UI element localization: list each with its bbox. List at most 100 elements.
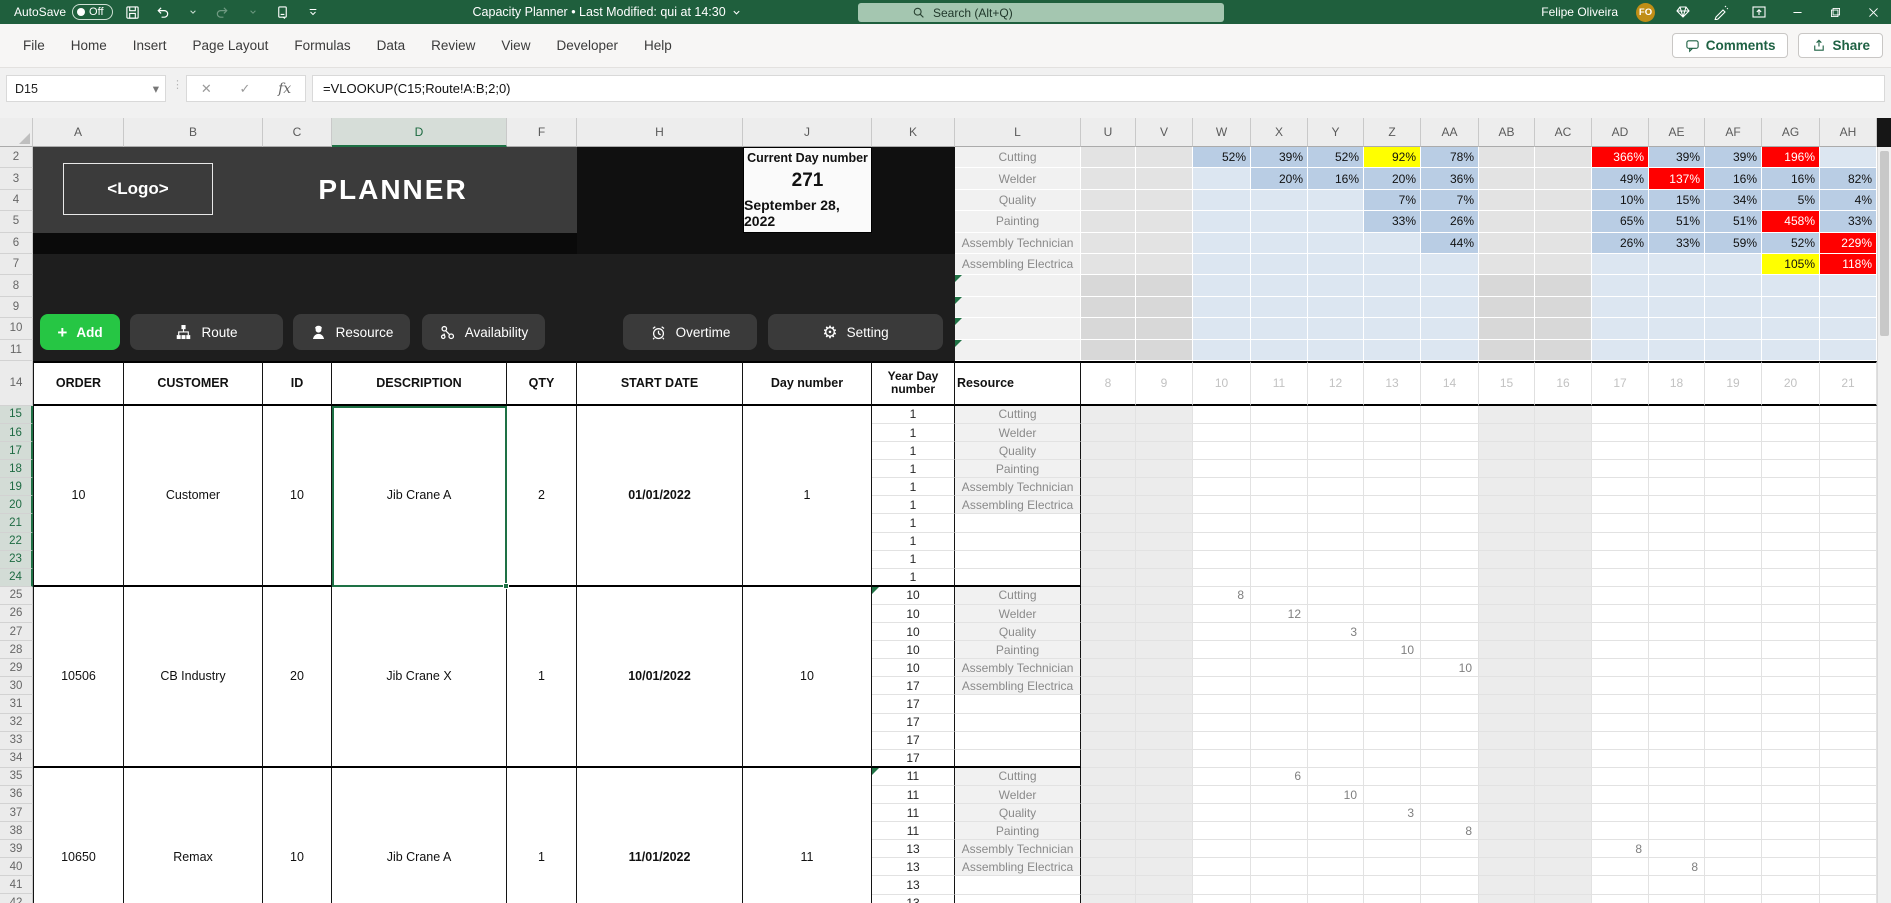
capacity-cell[interactable]: 16% (1705, 168, 1762, 189)
load-cell[interactable] (1251, 569, 1308, 587)
save-icon[interactable] (123, 2, 143, 22)
load-cell[interactable] (1081, 858, 1136, 876)
load-cell[interactable] (1479, 695, 1535, 713)
load-cell[interactable] (1762, 424, 1820, 442)
capacity-cell[interactable] (1535, 275, 1592, 296)
load-cell[interactable] (1364, 478, 1421, 496)
load-cell[interactable] (1081, 623, 1136, 641)
capacity-cell[interactable] (1193, 168, 1251, 189)
load-cell[interactable] (1592, 677, 1649, 695)
resource-cell[interactable]: Cutting (955, 768, 1081, 786)
load-cell[interactable] (1136, 750, 1193, 768)
load-cell[interactable] (1421, 750, 1479, 768)
capacity-cell[interactable]: 5% (1762, 190, 1820, 211)
capacity-cell[interactable]: 52% (1762, 233, 1820, 254)
order-b-cell[interactable]: Customer (124, 406, 263, 587)
year-day-cell[interactable]: 1 (872, 533, 955, 551)
capacity-cell[interactable]: 10% (1592, 190, 1649, 211)
formula-bar-splitter[interactable]: ⋮ (172, 78, 183, 91)
vertical-scrollbar[interactable] (1877, 147, 1891, 903)
load-cell[interactable] (1081, 569, 1136, 587)
load-cell[interactable] (1535, 786, 1592, 804)
load-cell[interactable] (1649, 496, 1705, 514)
capacity-cell[interactable] (1193, 254, 1251, 275)
load-cell[interactable] (1421, 496, 1479, 514)
load-cell[interactable] (1308, 659, 1364, 677)
resource-cell[interactable] (955, 569, 1081, 587)
capacity-cell[interactable] (1762, 318, 1820, 339)
resource-cell[interactable] (955, 895, 1081, 903)
capacity-cell[interactable]: 26% (1592, 233, 1649, 254)
load-cell[interactable] (1081, 424, 1136, 442)
column-header-K[interactable]: K (872, 118, 955, 147)
resource-cell[interactable]: Assembling Electrica (955, 858, 1081, 876)
capacity-cell[interactable]: 118% (1820, 254, 1877, 275)
row-header-35[interactable]: 35 (0, 768, 33, 786)
load-cell[interactable] (1705, 514, 1762, 532)
capacity-cell[interactable] (1193, 190, 1251, 211)
capacity-cell[interactable] (1535, 254, 1592, 275)
year-day-cell[interactable]: 11 (872, 768, 955, 786)
year-day-cell[interactable]: 17 (872, 695, 955, 713)
capacity-cell[interactable] (1535, 318, 1592, 339)
capacity-cell[interactable]: 36% (1421, 168, 1479, 189)
load-cell[interactable] (1308, 804, 1364, 822)
load-cell[interactable] (1308, 714, 1364, 732)
capacity-cell[interactable] (1136, 147, 1193, 168)
load-cell[interactable] (1705, 569, 1762, 587)
capacity-cell[interactable] (1705, 275, 1762, 296)
capacity-cell[interactable] (1649, 318, 1705, 339)
column-header-A[interactable]: A (33, 118, 124, 147)
load-cell[interactable] (1762, 695, 1820, 713)
capacity-cell[interactable]: 105% (1762, 254, 1820, 275)
column-header-AB[interactable]: AB (1479, 118, 1535, 147)
load-cell[interactable] (1592, 478, 1649, 496)
tab-file[interactable]: File (12, 32, 56, 59)
resource-cell[interactable]: Quality (955, 804, 1081, 822)
order-j-cell[interactable]: 10 (743, 587, 872, 768)
load-cell[interactable] (1762, 768, 1820, 786)
column-header-AF[interactable]: AF (1705, 118, 1762, 147)
route-button[interactable]: Route (130, 314, 283, 350)
capacity-cell[interactable] (1592, 254, 1649, 275)
resource-cell[interactable]: Painting (955, 641, 1081, 659)
load-cell[interactable] (1649, 786, 1705, 804)
load-cell[interactable] (1762, 496, 1820, 514)
capacity-cell[interactable] (1535, 168, 1592, 189)
resource-cell[interactable]: Painting (955, 822, 1081, 840)
resource-cell[interactable] (955, 876, 1081, 894)
capacity-cell[interactable] (1136, 297, 1193, 318)
confirm-entry-icon[interactable]: ✓ (239, 81, 250, 97)
load-cell[interactable] (1649, 424, 1705, 442)
tab-developer[interactable]: Developer (545, 32, 629, 59)
row-header-26[interactable]: 26 (0, 605, 33, 623)
tab-help[interactable]: Help (633, 32, 683, 59)
namebox-dropdown-icon[interactable]: ▾ (153, 81, 165, 96)
load-cell[interactable] (1193, 605, 1251, 623)
capacity-cell[interactable] (1193, 340, 1251, 361)
load-cell[interactable] (1762, 895, 1820, 903)
load-cell[interactable] (1592, 786, 1649, 804)
year-day-cell[interactable]: 10 (872, 587, 955, 605)
capacity-cell[interactable] (1762, 275, 1820, 296)
order-b-cell[interactable]: Remax (124, 768, 263, 903)
load-cell[interactable] (1308, 840, 1364, 858)
capacity-cell[interactable] (1081, 211, 1136, 232)
order-h-cell[interactable]: 10/01/2022 (577, 587, 743, 768)
load-cell[interactable] (1592, 804, 1649, 822)
load-cell[interactable] (1705, 732, 1762, 750)
load-cell[interactable] (1136, 895, 1193, 903)
resource-cell-flagged[interactable] (955, 318, 1081, 339)
load-cell[interactable] (1592, 641, 1649, 659)
row-header-16[interactable]: 16 (0, 424, 33, 442)
load-cell[interactable] (1649, 605, 1705, 623)
load-cell[interactable] (1535, 659, 1592, 677)
load-cell[interactable] (1308, 768, 1364, 786)
capacity-cell[interactable]: 78% (1421, 147, 1479, 168)
load-cell[interactable] (1364, 786, 1421, 804)
capacity-cell[interactable] (1364, 297, 1421, 318)
capacity-cell[interactable]: 65% (1592, 211, 1649, 232)
year-day-cell[interactable]: 11 (872, 786, 955, 804)
resource-cell[interactable]: Painting (955, 460, 1081, 478)
capacity-cell[interactable] (1081, 254, 1136, 275)
